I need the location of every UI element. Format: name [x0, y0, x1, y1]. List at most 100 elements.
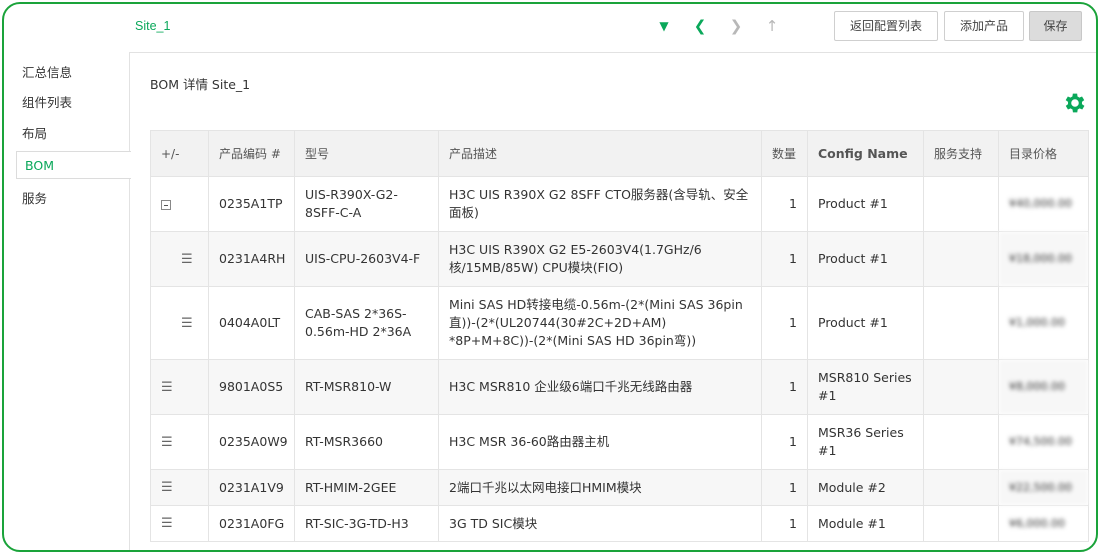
cell-price: ¥18,000.00	[998, 231, 1089, 287]
cell-qty: 1	[761, 414, 808, 470]
table-row[interactable]: ☰ 9801A0S5 RT-MSR810-W H3C MSR810 企业级6端口…	[150, 359, 1089, 415]
cell-service	[923, 286, 999, 360]
cell-desc: H3C MSR810 企业级6端口千兆无线路由器	[438, 359, 762, 415]
cell-model: UIS-R390X-G2-8SFF-C-A	[294, 176, 439, 232]
cell-qty: 1	[761, 359, 808, 415]
cell-service	[923, 176, 999, 232]
expand-cell[interactable]: ☰	[150, 231, 209, 287]
cell-code: 0231A0FG	[208, 505, 295, 542]
cell-config: Product #1	[807, 231, 924, 287]
chevron-right-icon[interactable]: ❯	[718, 17, 754, 35]
cell-price: ¥74,500.00	[998, 414, 1089, 470]
save-button[interactable]: 保存	[1029, 11, 1082, 41]
list-icon: ☰	[161, 379, 173, 395]
cell-model: CAB-SAS 2*36S-0.56m-HD 2*36A	[294, 286, 439, 360]
cell-service	[923, 359, 999, 415]
cell-price: ¥40,000.00	[998, 176, 1089, 232]
expand-cell[interactable]: ☰	[150, 359, 209, 415]
cell-price: ¥6,000.00	[998, 505, 1089, 542]
app-window: Site_1 ▼ ❮ ❯ ↑ 返回配置列表 添加产品 保存 汇总信息 组件列表 …	[2, 2, 1098, 552]
cell-code: 0235A1TP	[208, 176, 295, 232]
cell-model: UIS-CPU-2603V4-F	[294, 231, 439, 287]
cell-config: Product #1	[807, 176, 924, 232]
col-header-qty[interactable]: 数量	[761, 130, 808, 177]
sidebar-divider	[129, 52, 130, 550]
list-icon: ☰	[161, 516, 173, 531]
col-header-price[interactable]: 目录价格	[998, 130, 1089, 177]
sidebar-item-components[interactable]: 组件列表	[22, 90, 72, 116]
sidebar: 汇总信息 组件列表 布局 BOM 服务	[4, 52, 131, 550]
table-row[interactable]: ☰ 0235A0W9 RT-MSR3660 H3C MSR 36-60路由器主机…	[150, 414, 1089, 470]
expand-cell[interactable]: ☰	[150, 505, 209, 542]
cell-service	[923, 469, 999, 506]
cell-price: ¥8,000.00	[998, 359, 1089, 415]
cell-code: 0231A4RH	[208, 231, 295, 287]
cell-model: RT-SIC-3G-TD-H3	[294, 505, 439, 542]
cell-price: ¥1,000.00	[998, 286, 1089, 360]
cell-price: ¥22,500.00	[998, 469, 1089, 506]
cell-code: 9801A0S5	[208, 359, 295, 415]
collapse-icon[interactable]	[161, 199, 171, 210]
expand-cell[interactable]	[150, 176, 209, 232]
cell-desc: Mini SAS HD转接电缆-0.56m-(2*(Mini SAS 36pin…	[438, 286, 762, 360]
col-header-service[interactable]: 服务支持	[923, 130, 999, 177]
cell-config: MSR36 Series #1	[807, 414, 924, 470]
list-icon: ☰	[161, 434, 173, 450]
cell-model: RT-MSR810-W	[294, 359, 439, 415]
col-header-code[interactable]: 产品编码 #	[208, 130, 295, 177]
expand-cell[interactable]: ☰	[150, 469, 209, 506]
cell-qty: 1	[761, 231, 808, 287]
sidebar-item-bom[interactable]: BOM	[16, 151, 131, 179]
cell-qty: 1	[761, 505, 808, 542]
col-header-config[interactable]: Config Name	[807, 130, 924, 177]
top-bar: Site_1 ▼ ❮ ❯ ↑ 返回配置列表 添加产品 保存	[4, 4, 1096, 52]
sidebar-item-layout[interactable]: 布局	[22, 121, 47, 147]
back-to-config-list-button[interactable]: 返回配置列表	[834, 11, 938, 41]
cell-service	[923, 505, 999, 542]
cell-desc: H3C UIS R390X G2 8SFF CTO服务器(含导轨、安全面板)	[438, 176, 762, 232]
table-row[interactable]: 0235A1TP UIS-R390X-G2-8SFF-C-A H3C UIS R…	[150, 176, 1089, 232]
list-icon: ☰	[181, 315, 193, 331]
cell-code: 0231A1V9	[208, 469, 295, 506]
cell-desc: 2端口千兆以太网电接口HMIM模块	[438, 469, 762, 506]
cell-service	[923, 414, 999, 470]
cell-desc: H3C MSR 36-60路由器主机	[438, 414, 762, 470]
table-row[interactable]: ☰ 0231A0FG RT-SIC-3G-TD-H3 3G TD SIC模块 1…	[150, 505, 1089, 542]
table-row[interactable]: ☰ 0231A4RH UIS-CPU-2603V4-F H3C UIS R390…	[150, 231, 1089, 287]
table-row[interactable]: ☰ 0231A1V9 RT-HMIM-2GEE 2端口千兆以太网电接口HMIM模…	[150, 469, 1089, 506]
cell-qty: 1	[761, 469, 808, 506]
cell-config: Module #2	[807, 469, 924, 506]
list-icon: ☰	[161, 480, 173, 495]
site-tab[interactable]: Site_1	[135, 19, 170, 33]
cell-qty: 1	[761, 176, 808, 232]
col-header-model[interactable]: 型号	[294, 130, 439, 177]
table-row[interactable]: ☰ 0404A0LT CAB-SAS 2*36S-0.56m-HD 2*36A …	[150, 286, 1089, 360]
list-icon: ☰	[181, 251, 193, 267]
cell-service	[923, 231, 999, 287]
gear-icon[interactable]	[1062, 90, 1088, 116]
col-header-desc[interactable]: 产品描述	[438, 130, 762, 177]
cell-qty: 1	[761, 286, 808, 360]
bom-table: +/- 产品编码 # 型号 产品描述 数量 Config Name 服务支持 目…	[150, 130, 1089, 542]
cell-model: RT-MSR3660	[294, 414, 439, 470]
sidebar-item-service[interactable]: 服务	[22, 186, 47, 212]
cell-config: Module #1	[807, 505, 924, 542]
add-product-button[interactable]: 添加产品	[944, 11, 1024, 41]
col-header-expand[interactable]: +/-	[150, 130, 209, 177]
page-title: BOM 详情 Site_1	[150, 77, 251, 92]
triangle-down-icon[interactable]: ▼	[646, 19, 682, 33]
nav-controls: ▼ ❮ ❯ ↑	[646, 12, 790, 40]
cell-code: 0404A0LT	[208, 286, 295, 360]
cell-config: MSR810 Series #1	[807, 359, 924, 415]
sidebar-item-summary[interactable]: 汇总信息	[22, 60, 72, 86]
header-divider	[130, 52, 1096, 53]
chevron-left-icon[interactable]: ❮	[682, 17, 718, 35]
expand-cell[interactable]: ☰	[150, 286, 209, 360]
arrow-up-icon[interactable]: ↑	[754, 17, 790, 35]
cell-config: Product #1	[807, 286, 924, 360]
table-header-row: +/- 产品编码 # 型号 产品描述 数量 Config Name 服务支持 目…	[150, 130, 1089, 177]
cell-desc: H3C UIS R390X G2 E5-2603V4(1.7GHz/6核/15M…	[438, 231, 762, 287]
expand-cell[interactable]: ☰	[150, 414, 209, 470]
cell-desc: 3G TD SIC模块	[438, 505, 762, 542]
cell-model: RT-HMIM-2GEE	[294, 469, 439, 506]
